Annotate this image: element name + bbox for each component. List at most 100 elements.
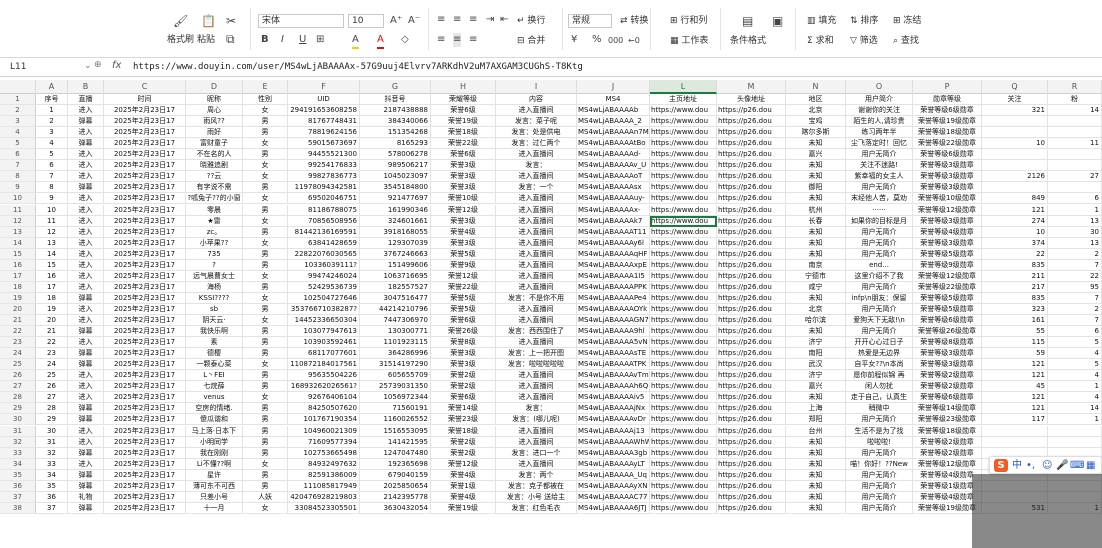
outdent-icon[interactable]: ⇤ [500,13,508,27]
table-cell[interactable]: L丶FEI [186,370,243,382]
table-cell[interactable]: https://p26.dou [717,403,786,415]
table-cell[interactable]: 发言：菜子呢 [496,116,577,128]
table-cell[interactable]: 进入 [68,425,104,437]
table-cell[interactable]: 99254176833 [288,160,360,172]
table-cell[interactable]: 进入 [68,160,104,172]
table-cell[interactable]: 进入 [68,337,104,349]
table-cell[interactable]: 2025年2月23日17 [104,392,186,404]
table-cell[interactable]: 26 [36,381,68,393]
table-cell[interactable]: 52429536739 [288,281,360,293]
table-cell[interactable]: 星许 [186,469,243,481]
table-cell[interactable]: MS4wLjABAAAAd- [577,149,650,161]
table-cell[interactable]: 发言：一个 [496,182,577,194]
column-header-L[interactable]: L [650,80,717,94]
table-cell[interactable] [982,116,1048,128]
row-number[interactable]: 16 [0,259,36,271]
row-number[interactable]: 5 [0,138,36,150]
row-number[interactable]: 2 [0,105,36,117]
table-cell[interactable]: 11 [1048,138,1102,150]
table-cell[interactable]: 2025年2月23日17 [104,447,186,459]
column-header-C[interactable]: C [104,80,186,94]
table-cell[interactable]: 未知 [786,248,846,260]
column-header-D[interactable]: D [186,80,243,94]
table-cell[interactable]: 141421595 [360,436,431,448]
table-cell[interactable]: 420476928219803 [288,491,360,503]
align-left-icon[interactable]: ≡ [437,33,445,47]
table-cell[interactable]: https://p26.dou [717,259,786,271]
table-cell[interactable]: 晓雅追剧 [186,160,243,172]
column-title-cell[interactable]: 直播 [68,94,104,106]
table-cell[interactable]: 849 [982,193,1048,205]
table-cell[interactable]: https://p26.dou [717,392,786,404]
table-cell[interactable]: 10 [982,138,1048,150]
table-cell[interactable]: 男 [243,337,288,349]
table-cell[interactable]: 女 [243,392,288,404]
table-cell[interactable]: 荣誉等级10级勋章 [913,193,982,205]
table-cell[interactable]: 进入直播间 [496,204,577,216]
table-cell[interactable]: 92676406104 [288,392,360,404]
table-cell[interactable]: 练习两年半 [846,127,913,139]
table-cell[interactable]: 8165293 [360,138,431,150]
column-header-I[interactable]: I [496,80,577,94]
table-cell[interactable]: https://www.dou [650,370,717,382]
align-right-icon[interactable]: ≡ [469,33,477,47]
table-cell[interactable]: 35 [36,480,68,492]
row-number[interactable]: 32 [0,436,36,448]
table-cell[interactable]: 弹幕 [68,403,104,415]
table-cell[interactable]: 835 [982,292,1048,304]
table-cell[interactable]: 10336039111? [288,259,360,271]
table-cell[interactable]: 自平女??\n本尚 [846,359,913,371]
table-cell[interactable]: 荣誉5级 [431,303,496,315]
table-cell[interactable]: 117 [982,414,1048,426]
table-cell[interactable]: 荣誉6级 [431,315,496,327]
sort-button[interactable]: ⇅ 排序 [850,15,878,27]
column-header-J[interactable]: J [577,80,650,94]
table-cell[interactable]: 荣誉4级 [431,491,496,503]
zoom-icon[interactable]: ⊕ [94,60,102,70]
table-cell[interactable]: 荣誉等级3级勋章 [913,160,982,172]
table-cell[interactable]: 6 [1048,193,1102,205]
table-cell[interactable]: https://p26.dou [717,414,786,426]
table-cell[interactable]: 御阳 [786,182,846,194]
table-cell[interactable]: 荣誉等级12级勋章 [913,458,982,470]
table-cell[interactable]: 弹幕 [68,469,104,481]
table-cell[interactable]: 未知 [786,392,846,404]
table-cell[interactable]: 99474246024 [288,270,360,282]
table-cell[interactable]: 南京 [786,259,846,271]
table-cell[interactable]: 71560191 [360,403,431,415]
table-cell[interactable]: 北京 [786,105,846,117]
table-cell[interactable]: 104960021309 [288,425,360,437]
table-cell[interactable]: 1056972344 [360,392,431,404]
table-cell[interactable]: 2025年2月23日17 [104,480,186,492]
table-cell[interactable]: MS4wLjABAAAA_Uq [577,469,650,481]
table-cell[interactable]: 用户无简介 [846,149,913,161]
table-cell[interactable]: MS4wLjABAAAAuy- [577,193,650,205]
table-cell[interactable]: 1101923115 [360,337,431,349]
table-cell[interactable]: 进入 [68,149,104,161]
table-cell[interactable]: MS4wLjABAAAAT11 [577,226,650,238]
table-cell[interactable]: 735 [186,248,243,260]
column-header-R[interactable]: R [1048,80,1102,94]
row-number[interactable]: 3 [0,116,36,128]
format-painter-icon[interactable]: 🖌 [173,14,188,28]
filter-button[interactable]: ▽ 筛选 [850,35,878,47]
table-cell[interactable]: 男 [243,127,288,139]
table-cell[interactable]: 台州 [786,425,846,437]
table-cell[interactable]: 弹幕 [68,414,104,426]
table-cell[interactable]: 84250507620 [288,403,360,415]
percent-button[interactable]: % [592,33,602,47]
table-cell[interactable]: 进入 [68,270,104,282]
table-cell[interactable]: 211 [982,270,1048,282]
table-cell[interactable]: 用户无简介 [846,303,913,315]
table-cell[interactable]: 进入 [68,226,104,238]
table-cell[interactable]: 未知 [786,226,846,238]
table-cell[interactable]: 荣誉8级 [431,337,496,349]
table-cell[interactable]: 192365698 [360,458,431,470]
table-cell[interactable]: 男 [243,248,288,260]
table-cell[interactable]: 闲人勿扰 [846,381,913,393]
column-header-E[interactable]: E [243,80,288,94]
table-cell[interactable]: 末经他人苦，莫劝 [846,193,913,205]
table-cell[interactable]: 发言：小号 送给主 [496,491,577,503]
table-cell[interactable]: 弹幕 [68,326,104,338]
column-header-N[interactable]: N [786,80,846,94]
